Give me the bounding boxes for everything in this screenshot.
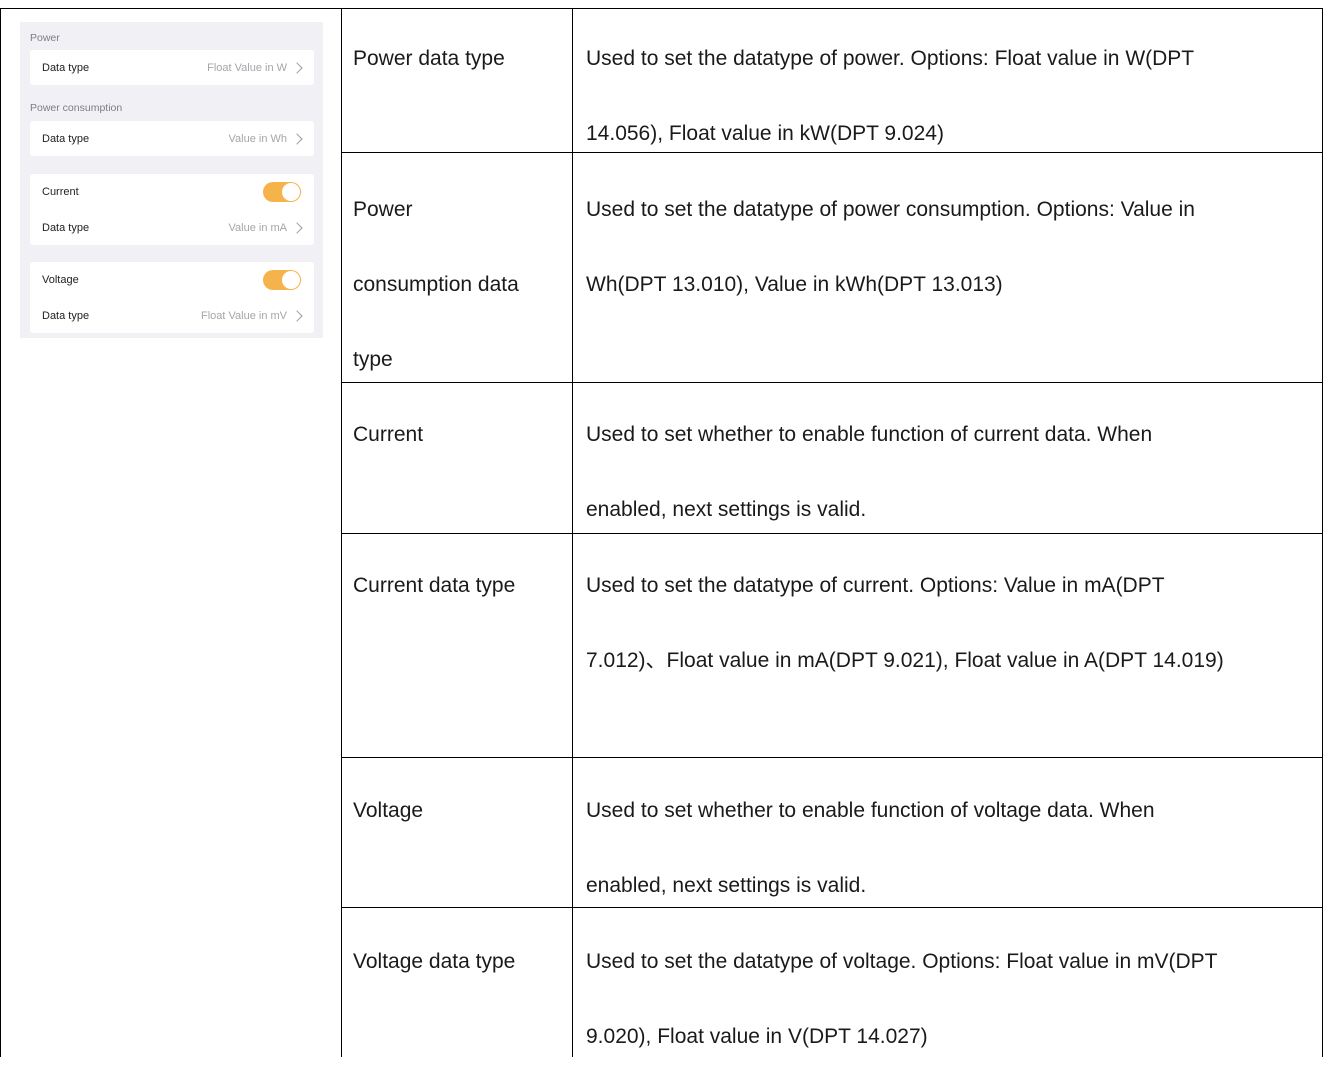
- param-line: Current data type: [353, 574, 516, 597]
- param-line: Voltage data type: [353, 950, 516, 973]
- desc-voltage-data-type: Used to set the datatype of voltage. Opt…: [586, 924, 1310, 1074]
- desc-power-consumption-data-type: Used to set the datatype of power consum…: [586, 172, 1310, 322]
- desc-line: Used to set whether to enable function o…: [586, 423, 1153, 446]
- param-power-data-type: Power data type: [353, 21, 563, 96]
- param-current: Current: [353, 397, 563, 472]
- desc-power-data-type: Used to set the datatype of power. Optio…: [586, 21, 1310, 171]
- row-divider: [341, 757, 1322, 758]
- desc-voltage: Used to set whether to enable function o…: [586, 773, 1310, 923]
- param-line: Power: [353, 198, 413, 221]
- param-voltage-data-type: Voltage data type: [353, 924, 563, 999]
- param-line: type: [353, 348, 393, 371]
- desc-line: Wh(DPT 13.010), Value in kWh(DPT 13.013): [586, 273, 1003, 296]
- desc-line: Used to set the datatype of voltage. Opt…: [586, 950, 1218, 973]
- desc-line: Used to set the datatype of power consum…: [586, 198, 1195, 221]
- param-current-data-type: Current data type: [353, 548, 563, 623]
- param-line: consumption data: [353, 273, 519, 296]
- desc-current: Used to set whether to enable function o…: [586, 397, 1310, 547]
- desc-line: Used to set whether to enable function o…: [586, 799, 1155, 822]
- desc-line: enabled, next settings is valid.: [586, 498, 867, 521]
- param-line: Current: [353, 423, 424, 446]
- desc-line: 9.020), Float value in V(DPT 14.027): [586, 1025, 928, 1048]
- desc-current-data-type: Used to set the datatype of current. Opt…: [586, 548, 1310, 698]
- desc-line: enabled, next settings is valid.: [586, 874, 867, 897]
- desc-line: 14.056), Float value in kW(DPT 9.024): [586, 122, 944, 145]
- param-voltage: Voltage: [353, 773, 563, 848]
- param-line: Power data type: [353, 47, 505, 70]
- desc-line: 7.012)、Float value in mA(DPT 9.021), Flo…: [586, 649, 1224, 672]
- desc-line: Used to set the datatype of current. Opt…: [586, 574, 1165, 597]
- desc-line: Used to set the datatype of power. Optio…: [586, 47, 1195, 70]
- param-line: Voltage: [353, 799, 424, 822]
- param-power-consumption-data-type: Power consumption data type: [353, 172, 563, 397]
